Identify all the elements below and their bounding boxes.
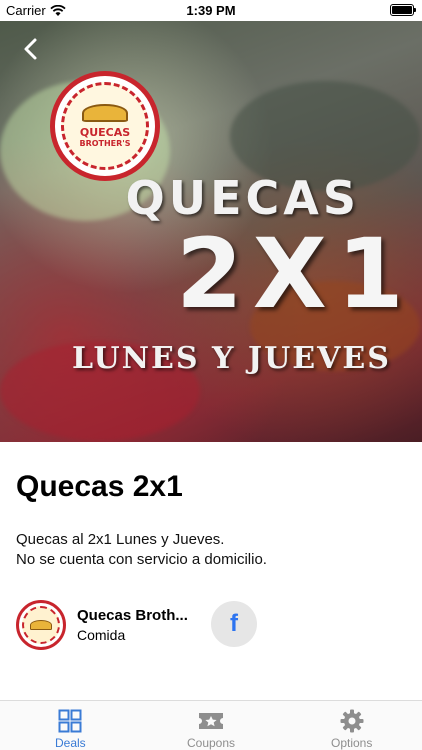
sombrero-icon [30, 620, 52, 630]
tab-coupons[interactable]: Coupons [141, 701, 282, 750]
tab-label: Options [331, 736, 373, 750]
facebook-button[interactable]: f [211, 601, 257, 647]
logo-text: QUECAS [79, 126, 131, 139]
status-bar: Carrier 1:39 PM [0, 0, 422, 21]
back-button[interactable] [18, 35, 46, 63]
battery-icon [390, 4, 416, 16]
status-time: 1:39 PM [186, 3, 236, 18]
tab-options[interactable]: Options [281, 701, 422, 750]
hero-promo: 2X1 [176, 218, 414, 330]
brand-logo: QUECAS BROTHER'S [50, 71, 160, 181]
merchant-name: Quecas Broth... [77, 607, 188, 624]
grid-icon [58, 709, 82, 733]
tab-bar: Deals Coupons Options [0, 700, 422, 750]
sombrero-icon [82, 104, 128, 122]
merchant-avatar[interactable] [16, 600, 66, 650]
gear-icon [340, 709, 364, 733]
deal-hero-image: QUECAS BROTHER'S QUECAS 2X1 LUNES Y JUEV… [0, 21, 422, 442]
hero-title: QUECAS [125, 171, 360, 225]
ticket-star-icon [199, 713, 223, 729]
hero-subtitle: LUNES Y JUEVES [72, 341, 391, 376]
merchant-category: Comida [77, 627, 126, 643]
deal-title: Quecas 2x1 [16, 470, 183, 503]
facebook-icon: f [230, 610, 238, 637]
deal-description-line: No se cuenta con servicio a domicilio. [16, 551, 267, 568]
tab-label: Coupons [186, 736, 236, 750]
tab-label: Deals [54, 736, 86, 750]
tab-deals[interactable]: Deals [0, 701, 141, 750]
deal-description: Quecas al 2x1 Lunes y Jueves. No se cuen… [16, 530, 267, 570]
deal-description-line: Quecas al 2x1 Lunes y Jueves. [16, 531, 225, 548]
merchant-row[interactable]: Quecas Broth... Comida [16, 600, 202, 650]
logo-subtext: BROTHER'S [79, 139, 131, 148]
